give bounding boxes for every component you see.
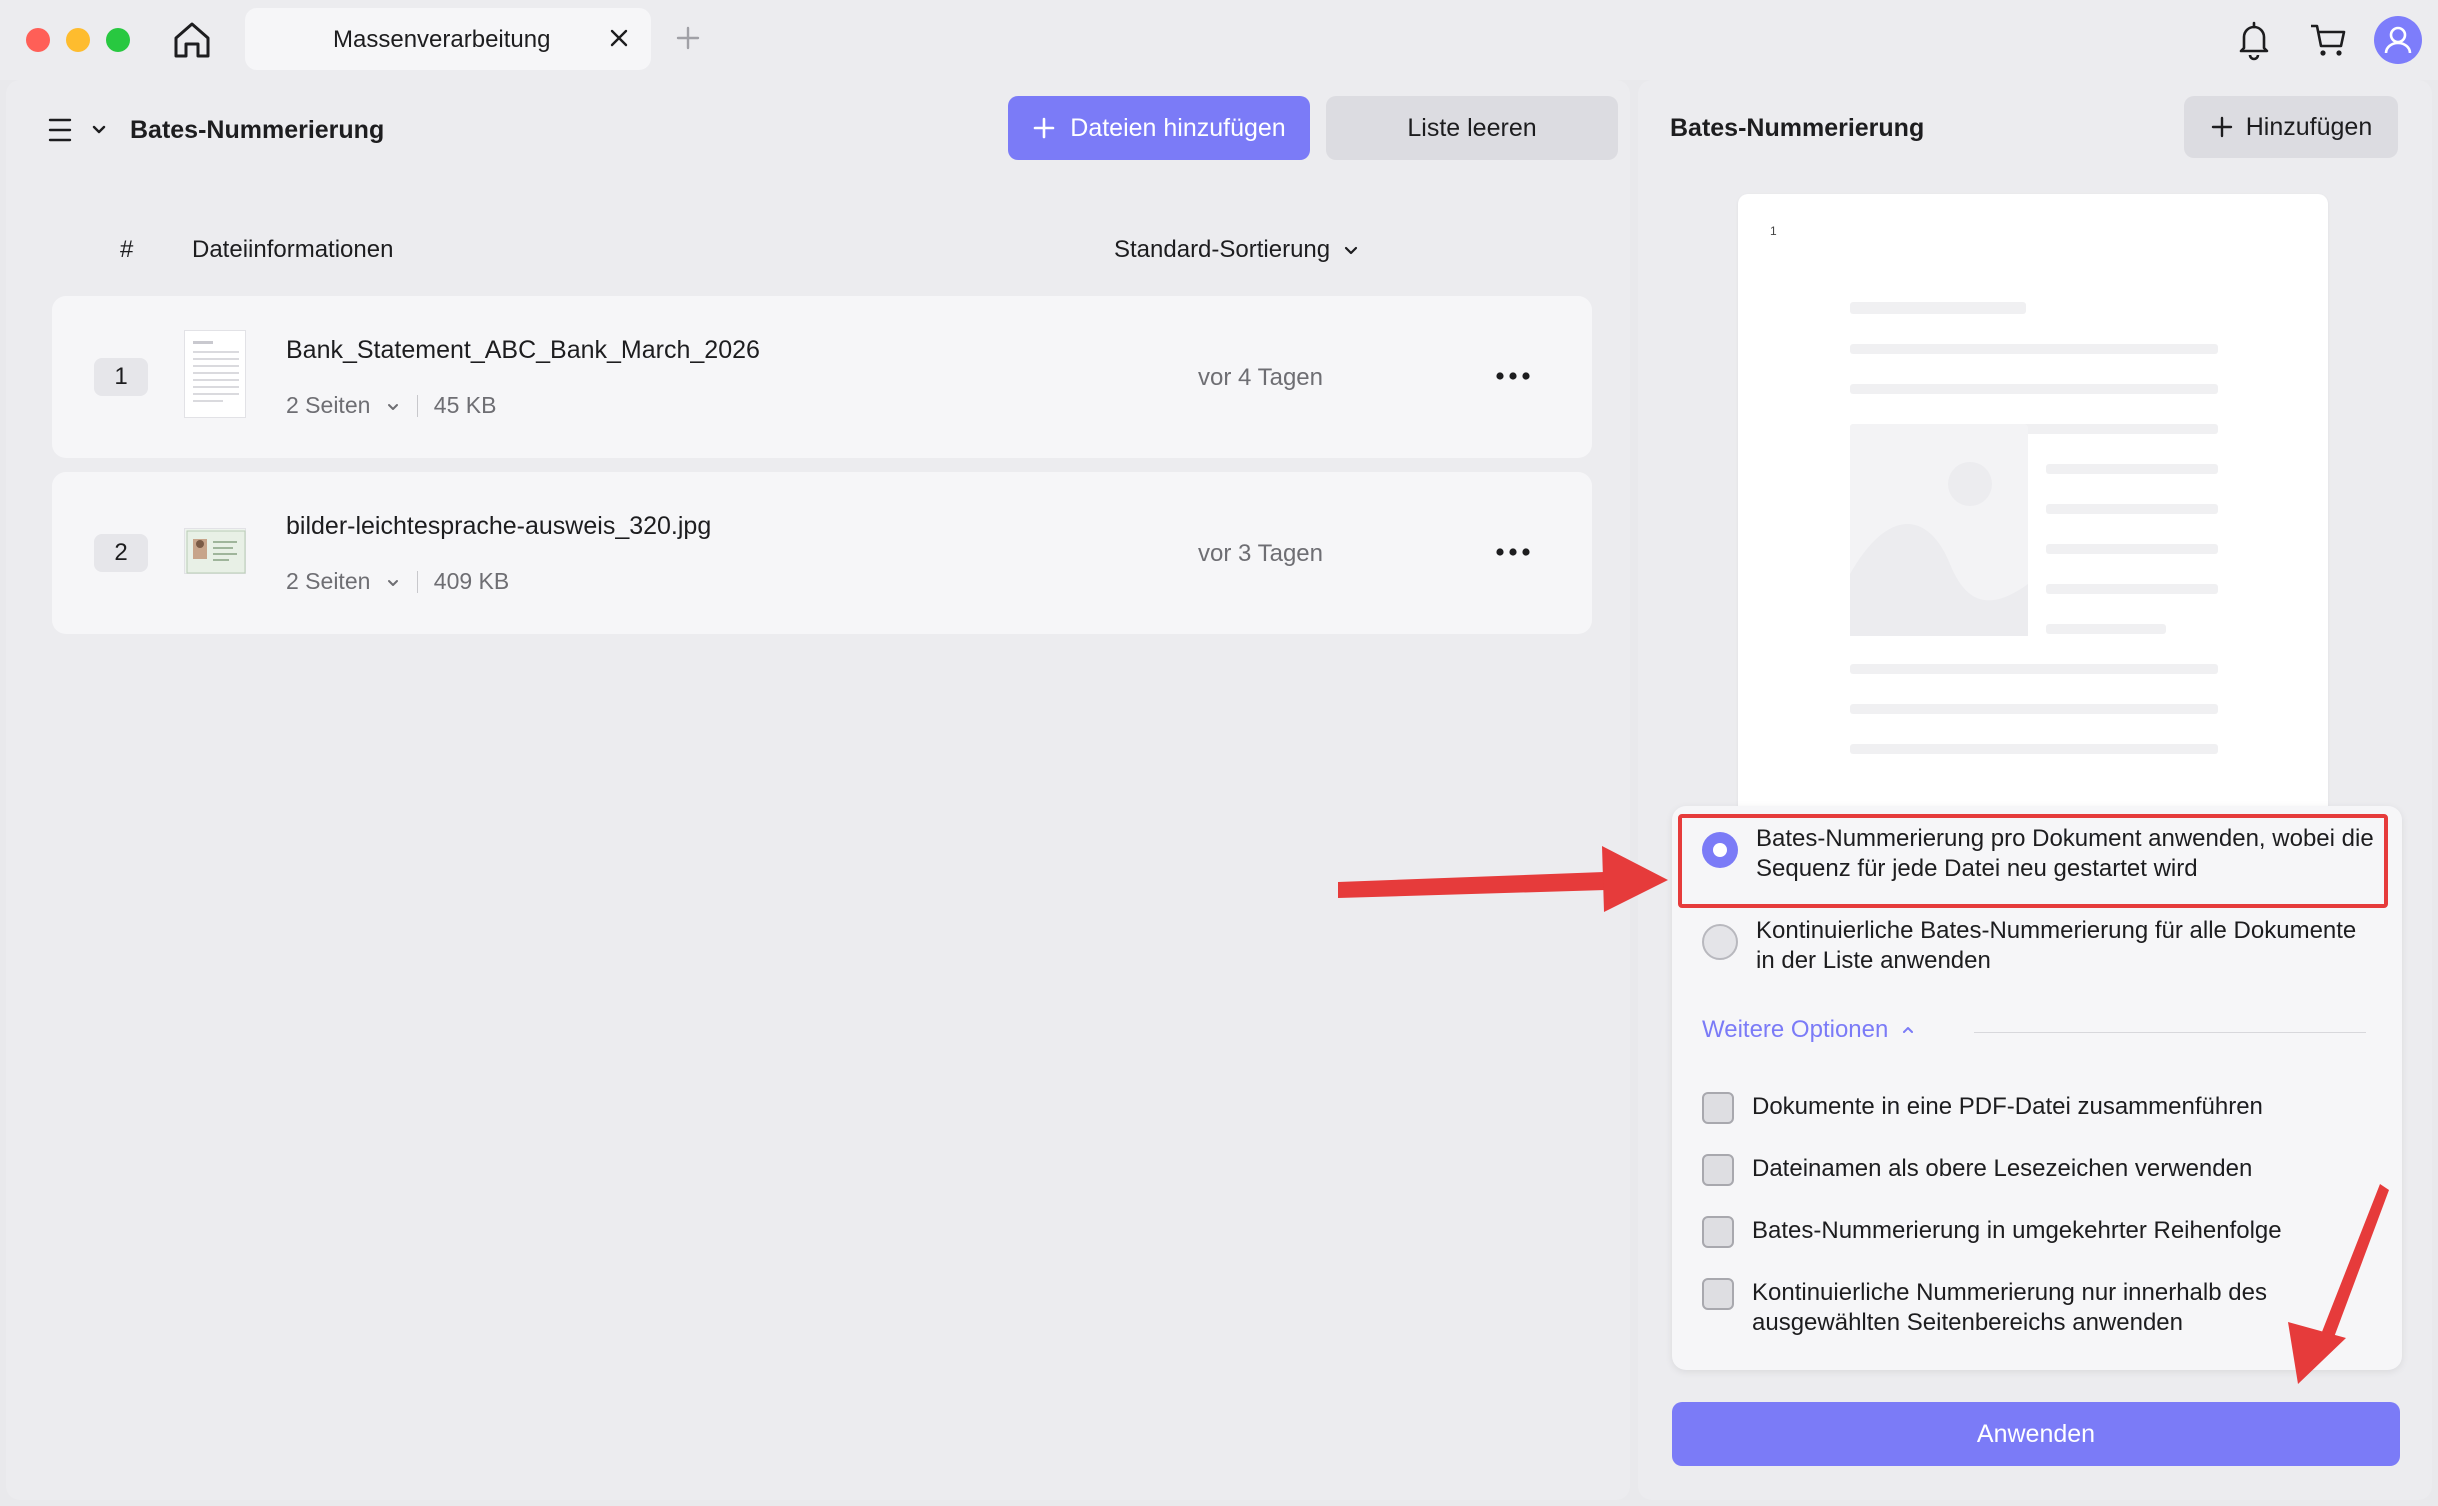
sort-label: Standard-Sortierung (1114, 236, 1331, 263)
more-options-label: Weitere Optionen (1702, 1016, 1889, 1043)
page-count: 2 Seiten (286, 392, 371, 418)
preview-line (1850, 664, 2218, 674)
close-window-button[interactable] (26, 28, 50, 52)
radio-per-document[interactable] (1702, 832, 1738, 868)
file-name: bilder-leichtesprache-ausweis_320.jpg (286, 512, 712, 540)
tab-massenverarbeitung[interactable]: Massenverarbeitung (245, 8, 651, 70)
zoom-window-button[interactable] (106, 28, 130, 52)
plus-icon (1033, 117, 1055, 139)
page-count: 2 Seiten (286, 568, 371, 594)
panel-title: Bates-Nummerierung (130, 116, 385, 144)
checkbox-reverse-order[interactable] (1702, 1216, 1734, 1248)
row-number: 1 (94, 358, 148, 396)
apply-button[interactable]: Anwenden (1672, 1402, 2400, 1466)
bell-icon[interactable] (2232, 18, 2276, 62)
menu-button[interactable] (46, 110, 116, 150)
title-bar: Massenverarbeitung (0, 0, 2438, 80)
checkbox-page-range-label[interactable]: Kontinuierliche Nummerierung nur innerha… (1752, 1278, 2372, 1338)
preview-line (1850, 302, 2026, 314)
add-bates-button[interactable]: Hinzufügen (2184, 96, 2398, 158)
bates-settings-panel: Bates-Nummerierung Hinzufügen 1 Bates-Nu… (1638, 80, 2432, 1500)
page-count-dropdown[interactable]: 2 Seiten (286, 568, 401, 595)
chevron-down-icon (387, 579, 398, 586)
preview-line (2046, 544, 2218, 554)
radio-continuous-label[interactable]: Kontinuierliche Bates-Nummerierung für a… (1756, 916, 2376, 976)
chevron-up-icon (1903, 1027, 1914, 1033)
checkbox-merge-pdf[interactable] (1702, 1092, 1734, 1124)
page-preview: 1 (1738, 194, 2328, 894)
sort-dropdown[interactable]: Standard-Sortierung (1114, 236, 1360, 264)
row-number: 2 (94, 534, 148, 572)
add-files-button[interactable]: Dateien hinzufügen (1008, 96, 1310, 160)
checkbox-filename-bookmarks-label[interactable]: Dateinamen als obere Lesezeichen verwend… (1752, 1154, 2372, 1184)
divider (416, 394, 418, 417)
file-meta: 2 Seiten 45 KB (286, 392, 496, 419)
preview-line (2046, 624, 2166, 634)
file-date: vor 3 Tagen (1198, 540, 1323, 567)
preview-image-placeholder (1850, 424, 2028, 636)
file-name: Bank_Statement_ABC_Bank_March_2026 (286, 336, 760, 364)
user-avatar[interactable] (2374, 16, 2422, 64)
file-size: 409 KB (433, 568, 510, 594)
cart-icon[interactable] (2306, 18, 2350, 62)
home-icon[interactable] (168, 18, 216, 62)
divider (416, 570, 418, 593)
file-thumbnail (184, 330, 246, 418)
column-header-number: # (120, 236, 134, 263)
checkbox-filename-bookmarks[interactable] (1702, 1154, 1734, 1186)
apply-label: Anwenden (1976, 1419, 2096, 1448)
tab-title: Massenverarbeitung (333, 26, 551, 53)
panel-title: Bates-Nummerierung (1670, 114, 1925, 142)
more-options-icon[interactable] (1492, 362, 1534, 390)
file-list-panel: Bates-Nummerierung Dateien hinzufügen Li… (6, 80, 1630, 1500)
preview-page-number: 1 (1770, 224, 1777, 238)
add-files-label: Dateien hinzufügen (1070, 113, 1286, 142)
file-date: vor 4 Tagen (1198, 364, 1323, 391)
checkbox-page-range[interactable] (1702, 1278, 1734, 1310)
preview-line (1850, 704, 2218, 714)
new-tab-icon[interactable] (672, 22, 704, 54)
add-bates-label: Hinzufügen (2245, 112, 2373, 141)
checkbox-reverse-order-label[interactable]: Bates-Nummerierung in umgekehrter Reihen… (1752, 1216, 2372, 1246)
preview-line (2046, 464, 2218, 474)
clear-list-button[interactable]: Liste leeren (1326, 96, 1618, 160)
preview-line (2046, 504, 2218, 514)
preview-line (1850, 384, 2218, 394)
preview-line (1850, 344, 2218, 354)
radio-per-document-label[interactable]: Bates-Nummerierung pro Dokument anwenden… (1756, 824, 2376, 884)
plus-icon (2211, 116, 2232, 138)
divider (1974, 1032, 2366, 1033)
more-options-toggle[interactable]: Weitere Optionen (1702, 1016, 1916, 1044)
file-size: 45 KB (433, 392, 497, 418)
file-thumbnail (184, 528, 246, 574)
bates-options-card: Bates-Nummerierung pro Dokument anwenden… (1672, 806, 2402, 1370)
file-meta: 2 Seiten 409 KB (286, 568, 509, 595)
preview-line (2046, 584, 2218, 594)
preview-line (1850, 744, 2218, 754)
chevron-down-icon (387, 403, 398, 410)
page-count-dropdown[interactable]: 2 Seiten (286, 392, 401, 419)
table-row[interactable]: 1 Bank_Statement_ABC_Bank_March_2026 2 S… (52, 296, 1592, 458)
clear-list-label: Liste leeren (1407, 113, 1537, 142)
minimize-window-button[interactable] (66, 28, 90, 52)
table-row[interactable]: 2 bilder-leichtesprache-ausweis_320.jpg … (52, 472, 1592, 634)
chevron-down-icon (1345, 246, 1358, 255)
radio-continuous[interactable] (1702, 924, 1738, 960)
checkbox-merge-pdf-label[interactable]: Dokumente in eine PDF-Datei zusammenführ… (1752, 1092, 2372, 1122)
close-icon[interactable] (605, 24, 633, 52)
more-options-icon[interactable] (1492, 538, 1534, 566)
column-header-file-info: Dateiinformationen (192, 236, 394, 263)
